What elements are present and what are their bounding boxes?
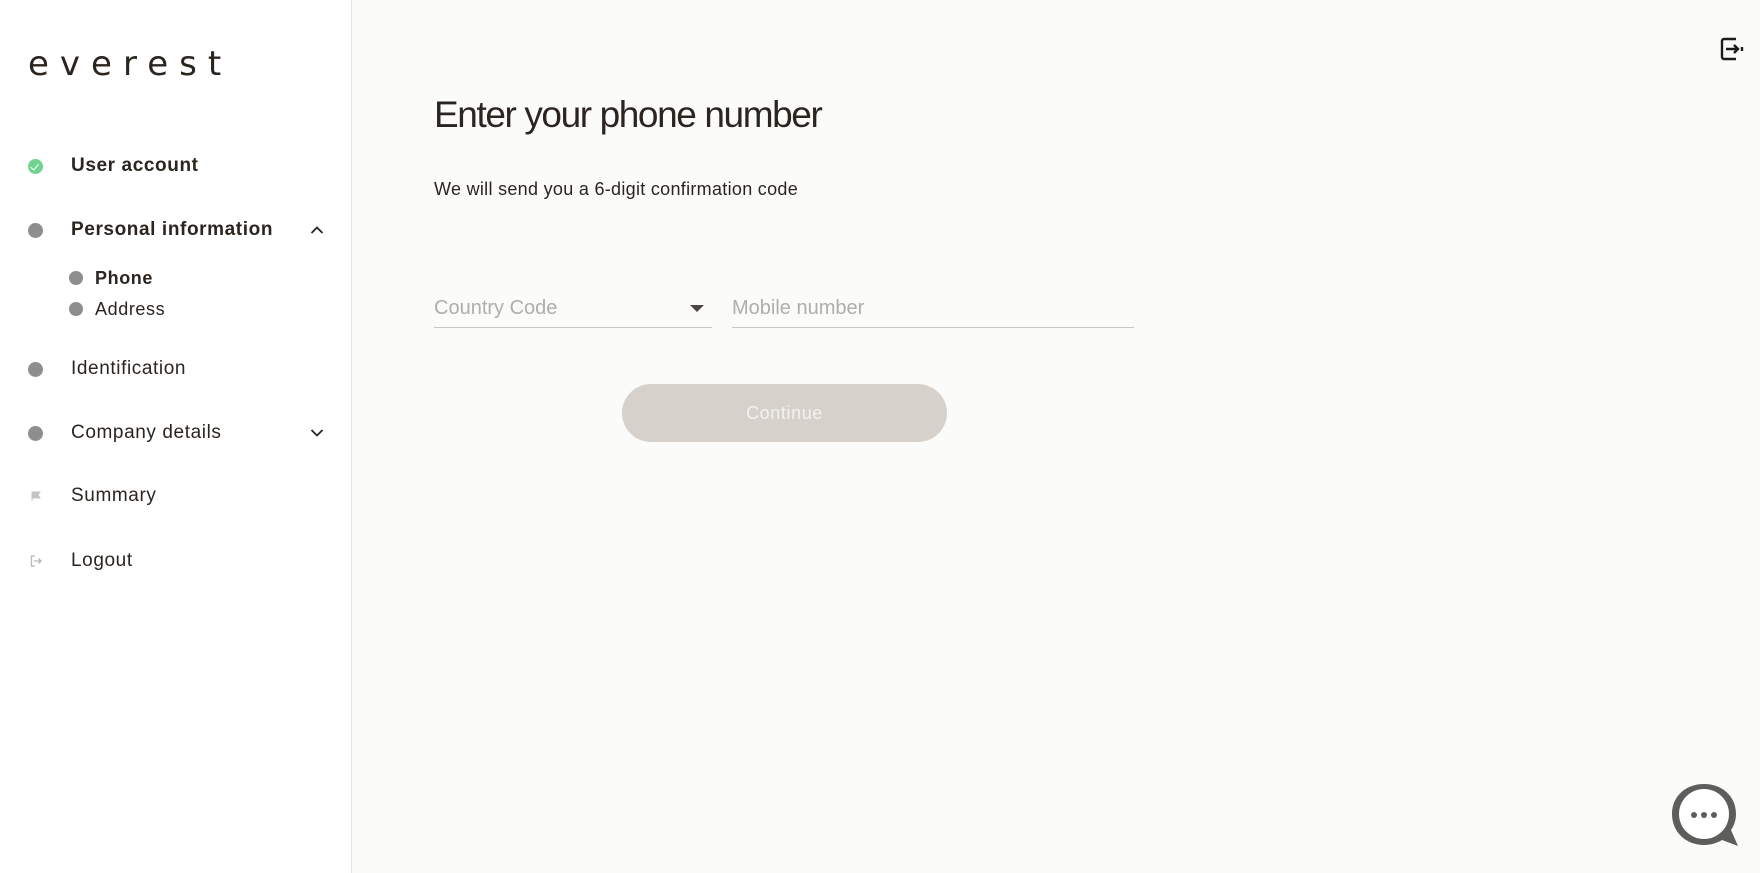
exit-icon[interactable] bbox=[1719, 36, 1745, 62]
status-dot bbox=[28, 425, 43, 441]
page-subtitle: We will send you a 6-digit confirmation … bbox=[434, 179, 799, 199]
sidebar-item-label: Summary bbox=[71, 485, 157, 506]
status-dot bbox=[69, 302, 83, 316]
chevron-down-icon[interactable] bbox=[310, 426, 324, 440]
flag-icon bbox=[28, 489, 43, 504]
chat-icon[interactable] bbox=[1668, 780, 1740, 852]
sidebar-item-summary[interactable]: Summary bbox=[28, 480, 338, 512]
status-dot bbox=[69, 271, 83, 285]
sidebar-item-user-account[interactable]: User account bbox=[28, 150, 338, 182]
page-title: Enter your phone number bbox=[434, 94, 823, 135]
status-dot bbox=[28, 222, 43, 238]
sidebar-subitem-address[interactable]: Address bbox=[69, 296, 165, 322]
sidebar-item-label: Logout bbox=[71, 550, 133, 571]
everest-logo: everest bbox=[28, 44, 233, 84]
country-code-select[interactable]: Country Code bbox=[434, 290, 712, 328]
mobile-number-field[interactable] bbox=[732, 290, 1134, 328]
app-root: everest User account Personal informatio… bbox=[0, 0, 1760, 873]
sidebar-item-label: Company details bbox=[71, 422, 222, 443]
caret-down-icon bbox=[690, 305, 704, 312]
sidebar-item-identification[interactable]: Identification bbox=[28, 353, 338, 385]
sidebar-item-label: Identification bbox=[71, 358, 187, 379]
sidebar-subitem-phone[interactable]: Phone bbox=[69, 265, 153, 291]
sidebar-item-company-details[interactable]: Company details bbox=[28, 417, 338, 449]
sidebar-item-label: Personal information bbox=[71, 219, 274, 240]
sidebar-item-personal-information[interactable]: Personal information bbox=[28, 214, 338, 246]
check-circle-icon bbox=[28, 158, 43, 174]
country-code-placeholder: Country Code bbox=[434, 297, 558, 319]
sidebar-item-label: User account bbox=[71, 155, 199, 176]
chevron-up-icon[interactable] bbox=[310, 223, 324, 237]
mobile-number-input[interactable] bbox=[732, 297, 1134, 320]
sidebar-subitem-label: Address bbox=[95, 298, 166, 319]
continue-button[interactable]: Continue bbox=[622, 384, 947, 442]
logout-icon bbox=[28, 554, 43, 569]
sidebar-item-logout[interactable]: Logout bbox=[28, 545, 338, 577]
status-dot bbox=[28, 361, 43, 377]
sidebar-subitem-label: Phone bbox=[95, 267, 154, 288]
sidebar: everest User account Personal informatio… bbox=[0, 0, 352, 873]
